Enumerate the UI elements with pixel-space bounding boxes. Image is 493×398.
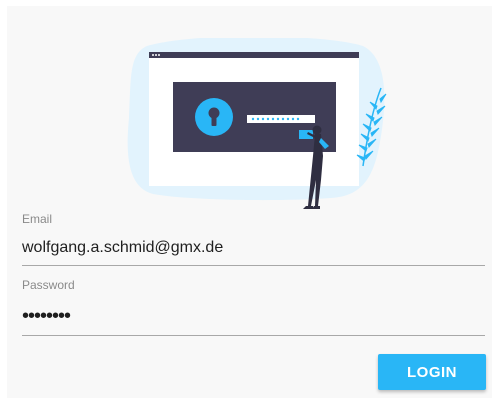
email-label: Email bbox=[22, 212, 53, 226]
unlock-screen-illustration bbox=[127, 38, 387, 209]
password-label: Password bbox=[22, 278, 75, 292]
browser-titlebar bbox=[149, 52, 359, 58]
email-field[interactable] bbox=[22, 235, 485, 266]
password-field[interactable] bbox=[22, 301, 485, 336]
login-card: Email Password LOGIN bbox=[7, 6, 492, 398]
keyhole-icon bbox=[195, 98, 233, 136]
login-button[interactable]: LOGIN bbox=[378, 354, 486, 390]
